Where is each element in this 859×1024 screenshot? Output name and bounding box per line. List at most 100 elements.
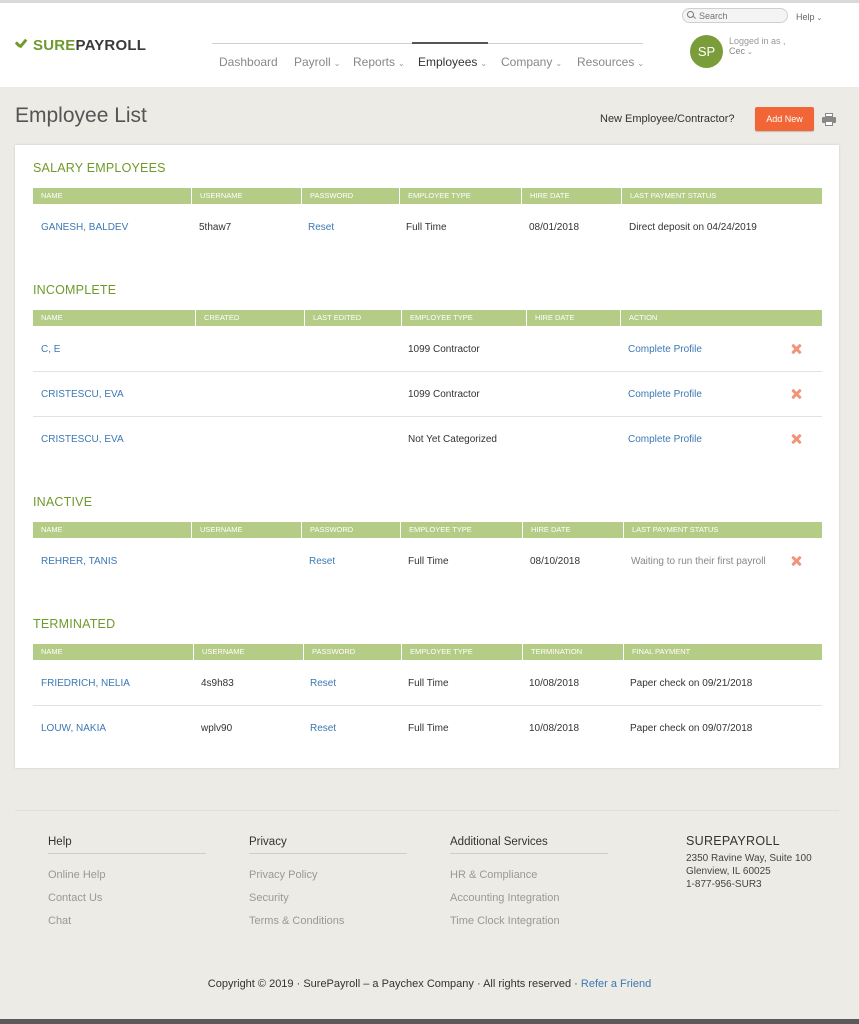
- nav-active-indicator: [412, 42, 488, 44]
- column-header: USERNAME: [193, 644, 303, 660]
- search-icon: [687, 11, 696, 20]
- nav-company[interactable]: Company ⌄: [501, 55, 562, 69]
- employee-type: Full Time: [408, 556, 449, 567]
- employee-type: 1099 Contractor: [408, 389, 480, 400]
- employee-name-link[interactable]: LOUW, NAKIA: [41, 706, 106, 751]
- termination-date: 10/08/2018: [529, 678, 580, 689]
- logged-in-label: Logged in as ,: [729, 36, 786, 46]
- phone-number: 1-877-956-SUR3: [686, 879, 762, 890]
- user-name: Cec ⌄: [729, 46, 753, 56]
- section-title-inactive: INACTIVE: [33, 495, 93, 509]
- avatar[interactable]: SP: [690, 35, 723, 68]
- employee-name-link[interactable]: FRIEDRICH, NELIA: [41, 661, 130, 706]
- table-header-terminated: NAME USERNAME PASSWORD EMPLOYEE TYPE TER…: [33, 644, 822, 660]
- column-header: EMPLOYEE TYPE: [401, 644, 522, 660]
- column-header: FINAL PAYMENT: [623, 644, 822, 660]
- column-header: NAME: [41, 313, 63, 322]
- delete-x-icon[interactable]: [790, 433, 802, 445]
- employee-name-link[interactable]: REHRER, TANIS: [41, 539, 117, 584]
- company-address: SUREPAYROLL 2350 Ravine Way, Suite 100 G…: [686, 834, 812, 891]
- site-header: SUREPAYROLL Help⌄ Dashboard Payroll⌄ Rep…: [0, 3, 859, 87]
- footer-link-online-help[interactable]: Online Help: [48, 869, 206, 881]
- hire-date: 08/01/2018: [529, 222, 580, 233]
- footer-column-help: Help Online Help Contact Us Chat: [48, 836, 206, 927]
- reset-password-link[interactable]: Reset: [308, 205, 334, 250]
- chevron-down-icon: ⌄: [333, 59, 341, 68]
- delete-x-icon[interactable]: [790, 388, 802, 400]
- footer-link-time-clock[interactable]: Time Clock Integration: [450, 915, 608, 927]
- chevron-down-icon: ⌄: [816, 15, 823, 22]
- bottom-bar: [0, 1019, 859, 1024]
- chevron-down-icon: ⌄: [637, 59, 645, 68]
- footer-link-terms[interactable]: Terms & Conditions: [249, 915, 407, 927]
- column-header: USERNAME: [191, 188, 301, 204]
- search-input[interactable]: [699, 10, 785, 21]
- employee-list-card: SALARY EMPLOYEES NAME USERNAME PASSWORD …: [15, 145, 839, 768]
- print-icon[interactable]: [822, 113, 836, 126]
- logo-text: SUREPAYROLL: [33, 37, 147, 54]
- nav-payroll[interactable]: Payroll ⌄: [294, 55, 340, 69]
- nav-employees[interactable]: Employees ⌄: [418, 55, 487, 69]
- nav-reports[interactable]: Reports ⌄: [353, 55, 405, 69]
- table-row: CRISTESCU, EVA Not Yet Categorized Compl…: [33, 417, 822, 462]
- employee-type: 1099 Contractor: [408, 344, 480, 355]
- column-header: TERMINATION: [522, 644, 623, 660]
- add-new-button[interactable]: Add New: [755, 107, 814, 131]
- delete-x-icon[interactable]: [790, 555, 802, 567]
- surepayroll-logo[interactable]: SUREPAYROLL: [15, 37, 146, 54]
- column-header: PASSWORD: [301, 188, 399, 204]
- employee-type: Full Time: [408, 723, 449, 734]
- footer-heading: Additional Services: [450, 836, 608, 854]
- complete-profile-link[interactable]: Complete Profile: [628, 327, 702, 372]
- copyright-text: Copyright © 2019 · SurePayroll – a Paych…: [207, 978, 578, 990]
- column-header: EMPLOYEE TYPE: [401, 310, 526, 326]
- user-menu[interactable]: Logged in as , Cec ⌄: [729, 36, 786, 58]
- table-row: CRISTESCU, EVA 1099 Contractor Complete …: [33, 372, 822, 417]
- chevron-down-icon: ⌄: [480, 59, 488, 68]
- column-header: LAST PAYMENT STATUS: [621, 188, 822, 204]
- column-header: PASSWORD: [303, 644, 401, 660]
- footer-link-accounting[interactable]: Accounting Integration: [450, 892, 608, 904]
- table-row: FRIEDRICH, NELIA 4s9h83 Reset Full Time …: [33, 661, 822, 706]
- footer-link-contact-us[interactable]: Contact Us: [48, 892, 206, 904]
- reset-password-link[interactable]: Reset: [310, 706, 336, 751]
- copyright: Copyright © 2019 · SurePayroll – a Paych…: [0, 978, 859, 990]
- final-payment: Paper check on 09/21/2018: [630, 678, 753, 689]
- employee-type: Full Time: [406, 222, 447, 233]
- footer-link-hr-compliance[interactable]: HR & Compliance: [450, 869, 608, 881]
- search-box[interactable]: [682, 8, 788, 23]
- nav-resources[interactable]: Resources ⌄: [577, 55, 644, 69]
- table-header-inactive: NAME USERNAME PASSWORD EMPLOYEE TYPE HIR…: [33, 522, 822, 538]
- chevron-down-icon: ⌄: [555, 59, 563, 68]
- table-header-salary: NAME USERNAME PASSWORD EMPLOYEE TYPE HIR…: [33, 188, 822, 204]
- footer-link-privacy-policy[interactable]: Privacy Policy: [249, 869, 407, 881]
- column-header: USERNAME: [191, 522, 301, 538]
- help-menu[interactable]: Help ⌄: [796, 12, 822, 22]
- footer-heading: Privacy: [249, 836, 407, 854]
- new-employee-prompt: New Employee/Contractor?: [600, 113, 735, 125]
- reset-password-link[interactable]: Reset: [309, 539, 335, 584]
- column-header: EMPLOYEE TYPE: [399, 188, 521, 204]
- employee-name-link[interactable]: CRISTESCU, EVA: [41, 372, 124, 417]
- delete-x-icon[interactable]: [790, 343, 802, 355]
- column-header: NAME: [41, 647, 63, 656]
- reset-password-link[interactable]: Reset: [310, 661, 336, 706]
- page-title: Employee List: [15, 104, 147, 127]
- complete-profile-link[interactable]: Complete Profile: [628, 372, 702, 417]
- footer-link-chat[interactable]: Chat: [48, 915, 206, 927]
- chevron-down-icon: ⌄: [398, 59, 405, 68]
- column-header: NAME: [41, 525, 63, 534]
- nav-dashboard[interactable]: Dashboard: [219, 55, 278, 69]
- column-header: CREATED: [195, 310, 304, 326]
- complete-profile-link[interactable]: Complete Profile: [628, 417, 702, 462]
- table-row: C, E 1099 Contractor Complete Profile: [33, 327, 822, 372]
- address-line: Glenview, IL 60025: [686, 866, 771, 877]
- footer-link-security[interactable]: Security: [249, 892, 407, 904]
- logo-check-icon: [15, 40, 28, 52]
- table-row: LOUW, NAKIA wplv90 Reset Full Time 10/08…: [33, 706, 822, 751]
- employee-name-link[interactable]: GANESH, BALDEV: [41, 205, 128, 250]
- employee-type: Full Time: [408, 678, 449, 689]
- employee-name-link[interactable]: CRISTESCU, EVA: [41, 417, 124, 462]
- refer-a-friend-link[interactable]: Refer a Friend: [581, 978, 651, 990]
- employee-name-link[interactable]: C, E: [41, 327, 60, 372]
